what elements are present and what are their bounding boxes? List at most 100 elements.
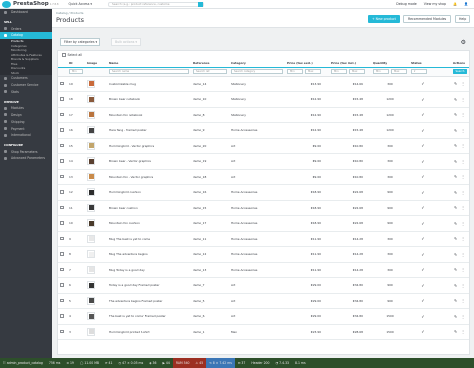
price-tax-excl[interactable]: €12.90 [285,122,329,139]
col-price-incl[interactable]: Price (tax incl.) [329,60,371,68]
product-thumbnail[interactable] [87,79,95,88]
debug-toolbar-item[interactable]: ☷ admin_product_catalog [0,358,46,368]
sidebar-item-customers[interactable]: Customers [0,75,52,82]
check-icon[interactable]: ✓ [409,262,437,278]
kebab-icon[interactable]: ⋮ [461,267,465,272]
product-thumbnail[interactable] [87,172,95,181]
filter-price-excl-min[interactable]: Min [287,68,303,75]
check-icon[interactable]: ✓ [409,200,437,216]
debug-toolbar-item[interactable]: 756 ms [46,358,64,368]
pencil-icon[interactable]: ✎ [454,236,457,241]
price-tax-excl[interactable]: €11.90 [285,262,329,278]
kebab-icon[interactable]: ⋮ [461,174,465,179]
pencil-icon[interactable]: ✎ [454,252,457,257]
product-name-link[interactable]: Mug The adventure begins [107,246,191,263]
col-price-excl[interactable]: Price (tax excl.) [285,60,329,68]
debug-toolbar-item[interactable]: Header 200 [248,358,272,368]
sidebar-item-customer-service[interactable]: Customer Service [0,82,52,89]
sidebar-item-orders[interactable]: Orders [0,25,52,32]
product-name-link[interactable]: Hummingbird - Vector graphics [107,138,191,154]
check-icon[interactable]: ✓ [409,308,437,325]
row-checkbox[interactable] [60,97,64,101]
product-name-link[interactable]: Mountain fox notebook [107,107,191,123]
check-icon[interactable]: ✓ [409,107,437,123]
select-all[interactable]: Select all [62,53,82,57]
price-tax-excl[interactable]: €12.90 [285,107,329,123]
row-checkbox[interactable] [60,128,64,132]
product-name-link[interactable]: Brown bear - Vector graphics [107,153,191,170]
product-quantity[interactable]: 300 [371,246,409,263]
kebab-icon[interactable]: ⋮ [461,190,465,195]
check-icon[interactable]: ✓ [409,184,437,201]
kebab-icon[interactable]: ⋮ [461,97,465,102]
product-quantity[interactable]: 900 [371,293,409,309]
product-name-link[interactable]: Hare fang - framed poster [107,122,191,139]
filter-price-incl-min[interactable]: Min [331,68,347,75]
product-thumbnail[interactable] [87,296,95,305]
product-name-link[interactable]: Mug Today is a good day [107,262,191,278]
product-name-link[interactable]: Mug The best is yet to come [107,231,191,247]
table-row[interactable]: 9 Mug The best is yet to come demo_11 Home … [58,231,469,247]
product-quantity[interactable]: 300 [371,76,409,92]
kebab-icon[interactable]: ⋮ [461,252,465,257]
sidebar-item-international[interactable]: International [0,132,52,139]
pencil-icon[interactable]: ✎ [454,81,457,86]
sidebar-item-catalog[interactable]: Catalog [0,32,52,39]
sidebar-item-advanced-parameters[interactable]: Advanced Parameters [0,155,52,162]
table-row[interactable]: 13 Mountain fox - Vector graphics demo_18 A… [58,169,469,185]
product-quantity[interactable]: 300 [371,262,409,278]
price-tax-excl[interactable]: €18.90 [285,215,329,232]
col-quantity[interactable]: Quantity [371,60,409,68]
table-row[interactable]: 14 Brown bear - Vector graphics demo_19 Art… [58,153,469,170]
recommended-modules-button[interactable]: Recommended Modules [403,15,452,23]
pencil-icon[interactable]: ✎ [454,267,457,272]
row-checkbox[interactable] [60,298,64,302]
price-tax-excl[interactable]: €29.00 [285,293,329,309]
filter-name-input[interactable]: Search name [109,68,189,75]
filter-category-input[interactable]: Search category [231,68,283,75]
kebab-icon[interactable]: ⋮ [461,298,465,303]
check-icon[interactable]: ✓ [409,246,437,263]
kebab-icon[interactable]: ⋮ [461,221,465,226]
sidebar-item-modules[interactable]: Modules [0,105,52,112]
price-tax-excl[interactable]: €18.90 [285,184,329,201]
price-tax-excl[interactable]: €9.00 [285,153,329,170]
price-tax-excl[interactable]: €23.90 [285,324,329,340]
product-thumbnail[interactable] [87,265,95,274]
row-checkbox[interactable] [60,329,64,333]
filter-search-button[interactable]: Search [453,68,467,75]
table-row[interactable]: 3 Hummingbird printed t-shirt demo_1 Men €23… [58,324,469,340]
row-checkbox[interactable] [60,81,64,85]
product-thumbnail[interactable] [87,110,95,119]
table-row[interactable]: 10 Mountain fox cushion demo_17 Home Access… [58,215,469,232]
product-quantity[interactable]: 300 [371,231,409,247]
row-checkbox[interactable] [60,112,64,116]
table-row[interactable]: 17 Mountain fox notebook demo_8 Stationery €… [58,107,469,123]
table-row[interactable]: 5 The adventure begins Framed poster demo_… [58,293,469,309]
kebab-icon[interactable]: ⋮ [461,112,465,117]
product-thumbnail[interactable] [87,126,95,135]
table-row[interactable]: 6 Today is a good day Framed poster demo_7… [58,277,469,294]
price-tax-excl[interactable]: €9.00 [285,169,329,185]
prestashop-logo-icon[interactable] [2,0,11,8]
debug-toolbar-item[interactable]: ⟳ 41 [102,358,116,368]
pencil-icon[interactable]: ✎ [454,112,457,117]
col-name[interactable]: Name [107,60,191,68]
product-quantity[interactable]: 900 [371,215,409,232]
product-name-link[interactable]: Brown bear notebook [107,91,191,108]
product-name-link[interactable]: The best is yet to come' Framed poster [107,308,191,325]
row-checkbox[interactable] [60,252,64,256]
product-thumbnail[interactable] [87,219,95,228]
view-shop-link[interactable]: View my shop [424,2,446,6]
kebab-icon[interactable]: ⋮ [461,143,465,148]
kebab-icon[interactable]: ⋮ [461,128,465,133]
pencil-icon[interactable]: ✎ [454,143,457,148]
help-button[interactable]: Help [455,15,471,23]
pencil-icon[interactable]: ✎ [454,314,457,319]
table-row[interactable]: 4 The best is yet to come' Framed poster d… [58,308,469,325]
pencil-icon[interactable]: ✎ [454,329,457,334]
pencil-icon[interactable]: ✎ [454,97,457,102]
col-id[interactable]: ID [67,60,85,68]
price-tax-excl[interactable]: €12.90 [285,91,329,108]
row-checkbox[interactable] [60,314,64,318]
